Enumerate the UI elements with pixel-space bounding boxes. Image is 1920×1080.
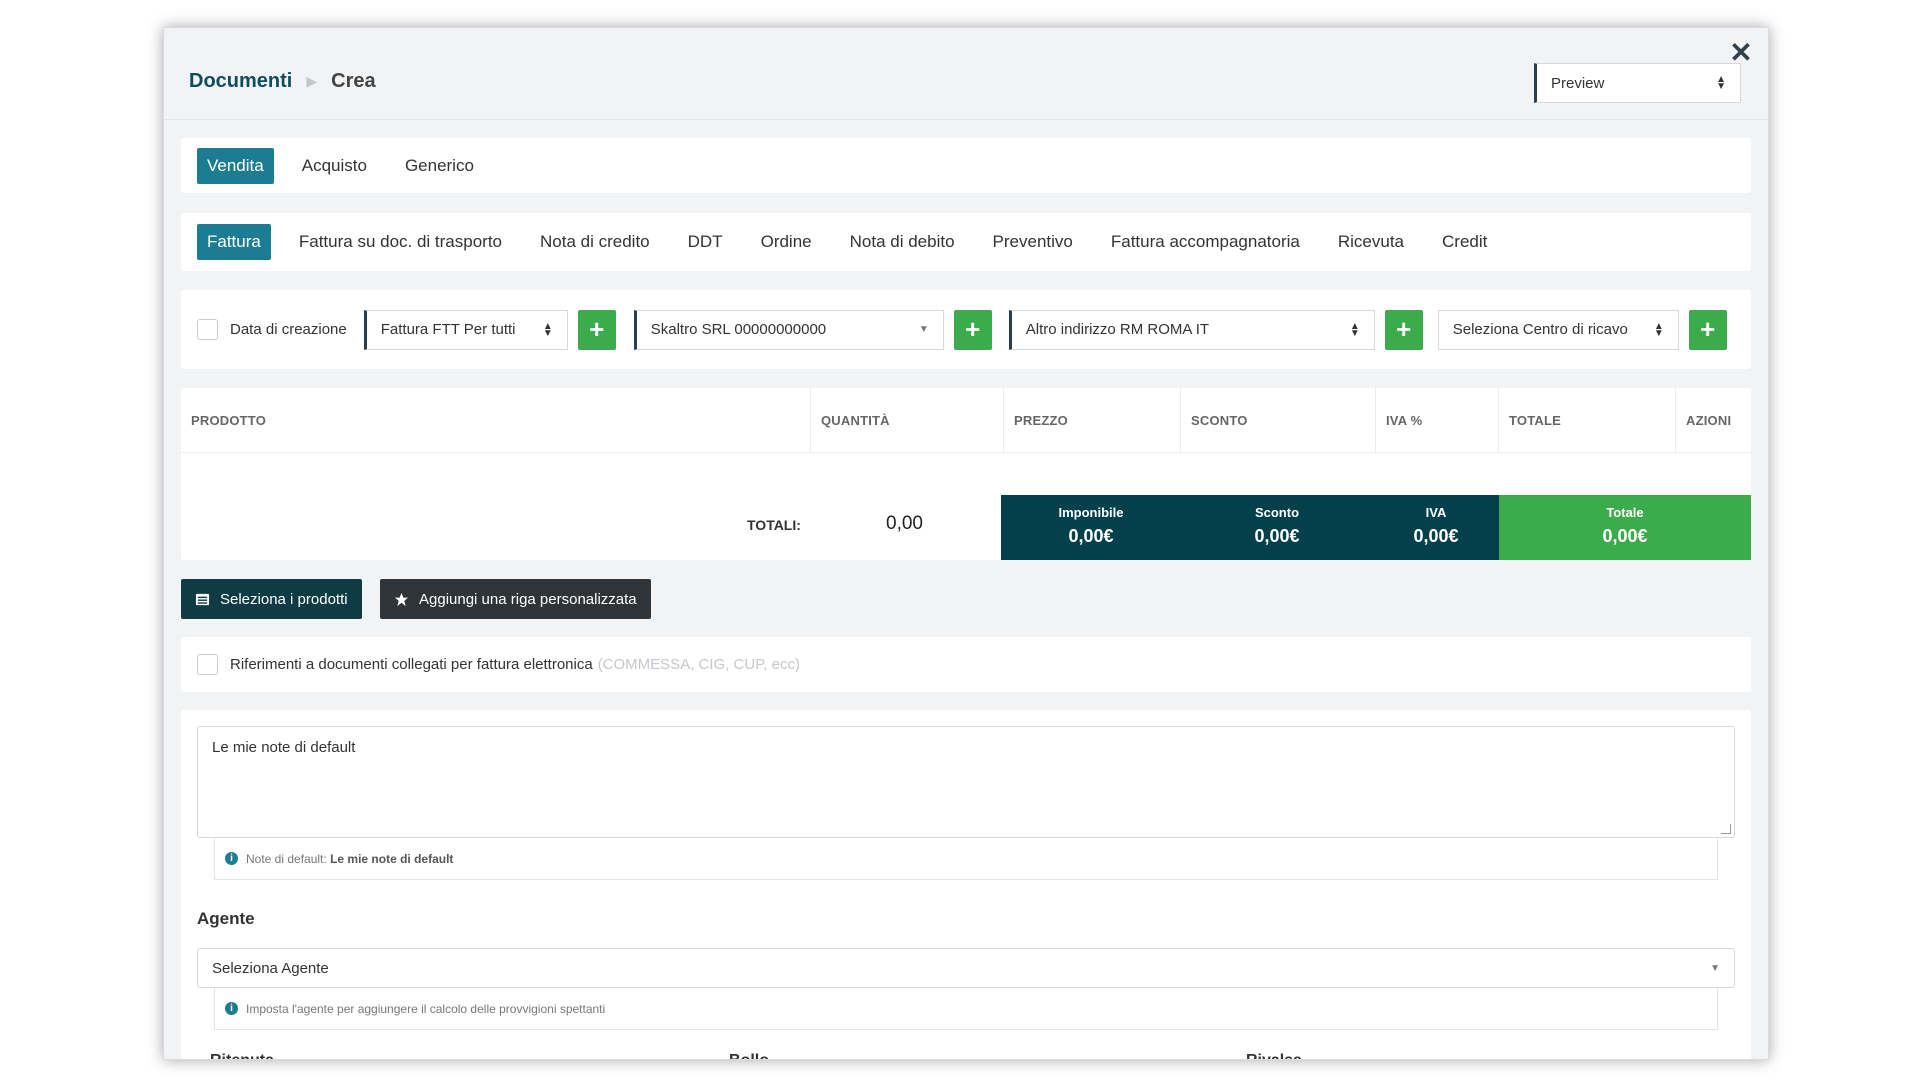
tab-credit[interactable]: Credit: [1432, 224, 1497, 260]
notes-hint-prefix: Note di default:: [246, 851, 327, 866]
grand-total: Totale 0,00€: [1499, 495, 1751, 560]
creation-date-label: Data di creazione: [230, 321, 347, 338]
iva-label: IVA: [1425, 505, 1447, 520]
document-direction-tabs: Vendita Acquisto Generico: [181, 138, 1751, 193]
tab-fattura-ddt[interactable]: Fattura su doc. di trasporto: [289, 224, 512, 260]
tab-fattura[interactable]: Fattura: [197, 224, 271, 260]
column-totale: TOTALE: [1499, 387, 1676, 453]
tab-preventivo[interactable]: Preventivo: [983, 224, 1083, 260]
sconto-value: 0,00€: [1254, 526, 1300, 546]
references-label: Riferimenti a documenti collegati per fa…: [230, 656, 800, 673]
notes-textarea[interactable]: Le mie note di default: [197, 726, 1735, 838]
chevron-down-icon: ▼: [1710, 962, 1720, 974]
resize-handle-icon[interactable]: [1721, 824, 1731, 834]
column-prezzo: PREZZO: [1004, 387, 1181, 453]
preview-select-value: Preview: [1551, 74, 1605, 92]
customer-select-value: Skaltro SRL 00000000000: [650, 321, 827, 338]
column-iva: IVA %: [1376, 387, 1499, 453]
tab-nota-di-credito[interactable]: Nota di credito: [530, 224, 660, 260]
address-select-value: Altro indirizzo RM ROMA IT: [1025, 321, 1210, 338]
select-products-label: Seleziona i prodotti: [220, 590, 348, 608]
sconto-cell: Sconto 0,00€: [1181, 495, 1373, 560]
tab-generico[interactable]: Generico: [395, 148, 484, 184]
revenue-center-select[interactable]: Seleziona Centro di ricavo ▲ ▼: [1437, 309, 1679, 350]
select-arrows-icon: ▲ ▼: [542, 320, 553, 339]
column-quantita: QUANTITÀ: [811, 387, 1004, 453]
preview-select[interactable]: Preview ▲ ▼: [1534, 63, 1741, 103]
agent-hint: i Imposta l'agente per aggiungere il cal…: [214, 988, 1718, 1030]
agent-hint-text: Imposta l'agente per aggiungere il calco…: [246, 1001, 606, 1016]
references-panel: Riferimenti a documenti collegati per fa…: [181, 637, 1751, 692]
customer-select[interactable]: Skaltro SRL 00000000000 ▼: [633, 309, 944, 350]
tab-ordine[interactable]: Ordine: [751, 224, 822, 260]
select-products-button[interactable]: Seleziona i prodotti: [181, 579, 362, 619]
totale-label: Totale: [1606, 505, 1644, 520]
total-quantity: 0,00: [886, 513, 923, 534]
notes-hint: i Note di default: Le mie note di defaul…: [214, 838, 1718, 880]
table-header: PRODOTTO QUANTITÀ PREZZO SCONTO IVA % TO…: [181, 387, 1751, 453]
notes-hint-value: Le mie note di default: [330, 851, 454, 866]
numbering-select[interactable]: Fattura FTT Per tutti ▲ ▼: [363, 309, 568, 350]
iva-value: 0,00€: [1413, 526, 1459, 546]
select-arrows-icon: ▲ ▼: [1349, 320, 1360, 339]
tab-vendita[interactable]: Vendita: [197, 147, 274, 184]
agent-select-value: Seleziona Agente: [212, 959, 329, 977]
revenue-center-select-value: Seleziona Centro di ricavo: [1452, 321, 1628, 338]
totale-cell: Totale 0,00€: [1499, 495, 1751, 560]
add-custom-row-label: Aggiungi una riga personalizzata: [419, 590, 637, 608]
breadcrumb-separator-icon: ▶: [306, 73, 318, 89]
select-arrows-icon: ▲ ▼: [1716, 74, 1726, 92]
iva-cell: IVA 0,00€: [1373, 495, 1499, 560]
rivalsa-label: Rivalsa: [1246, 1052, 1302, 1059]
info-icon: i: [225, 852, 238, 865]
totale-value: 0,00€: [1602, 526, 1648, 546]
numbering-select-value: Fattura FTT Per tutti: [380, 321, 516, 338]
modal-header: Documenti ▶ Crea Preview ▲ ▼: [164, 28, 1768, 120]
info-icon: i: [225, 1002, 238, 1015]
address-select[interactable]: Altro indirizzo RM ROMA IT ▲ ▼: [1008, 309, 1375, 350]
tab-ricevuta[interactable]: Ricevuta: [1328, 224, 1414, 260]
references-checkbox[interactable]: [197, 654, 218, 675]
notes-panel: Le mie note di default i Note di default…: [181, 710, 1751, 1059]
add-customer-button[interactable]: +: [953, 309, 992, 350]
imponibile-value: 0,00€: [1068, 526, 1114, 546]
chevron-down-icon: ▼: [918, 324, 929, 335]
bollo-label: Bollo: [729, 1052, 769, 1059]
creation-date-checkbox[interactable]: [197, 319, 218, 340]
add-address-button[interactable]: +: [1384, 309, 1423, 350]
sconto-label: Sconto: [1254, 505, 1300, 520]
imponibile-cell: Imponibile 0,00€: [1001, 495, 1181, 560]
add-revenue-center-button[interactable]: +: [1688, 309, 1727, 350]
totals-summary: Imponibile 0,00€ Sconto 0,00€ IVA 0,00€: [1001, 495, 1499, 560]
tab-ddt[interactable]: DDT: [678, 224, 733, 260]
totals-row: TOTALI: 0,00 Imponibile 0,00€ Sconto 0,0…: [181, 495, 1751, 560]
notes-hint-text: Note di default: Le mie note di default: [246, 852, 453, 866]
products-table: PRODOTTO QUANTITÀ PREZZO SCONTO IVA % TO…: [181, 387, 1751, 560]
document-type-tabs: Fattura Fattura su doc. di trasporto Not…: [181, 213, 1751, 271]
document-header-form: Data di creazione Fattura FTT Per tutti …: [181, 290, 1751, 369]
notes-value: Le mie note di default: [212, 739, 356, 756]
create-document-modal: ✕ Documenti ▶ Crea Preview ▲ ▼ Vendita Ac…: [163, 27, 1769, 1060]
agent-select[interactable]: Seleziona Agente ▼: [197, 948, 1735, 988]
tab-fattura-accompagnatoria[interactable]: Fattura accompagnatoria: [1101, 224, 1310, 260]
add-custom-row-button[interactable]: Aggiungi una riga personalizzata: [380, 579, 651, 619]
column-sconto: SCONTO: [1181, 387, 1376, 453]
totals-label: TOTALI:: [747, 517, 801, 533]
star-icon: [394, 592, 409, 606]
references-hint: (COMMESSA, CIG, CUP, ecc): [597, 656, 800, 673]
tab-nota-di-debito[interactable]: Nota di debito: [840, 224, 965, 260]
breadcrumb: Documenti ▶ Crea: [189, 70, 376, 93]
column-prodotto: PRODOTTO: [181, 387, 811, 453]
select-arrows-icon: ▲ ▼: [1653, 320, 1664, 339]
references-label-text: Riferimenti a documenti collegati per fa…: [230, 656, 593, 673]
ritenuta-label: Ritenuta: [210, 1052, 274, 1059]
add-numbering-button[interactable]: +: [577, 309, 616, 350]
agent-title: Agente: [197, 909, 255, 928]
imponibile-label: Imponibile: [1058, 505, 1124, 520]
breadcrumb-current: Crea: [331, 70, 376, 92]
column-azioni: AZIONI: [1686, 412, 1732, 428]
list-icon: [195, 593, 210, 605]
breadcrumb-documenti[interactable]: Documenti: [189, 70, 292, 93]
tab-acquisto[interactable]: Acquisto: [292, 148, 377, 184]
